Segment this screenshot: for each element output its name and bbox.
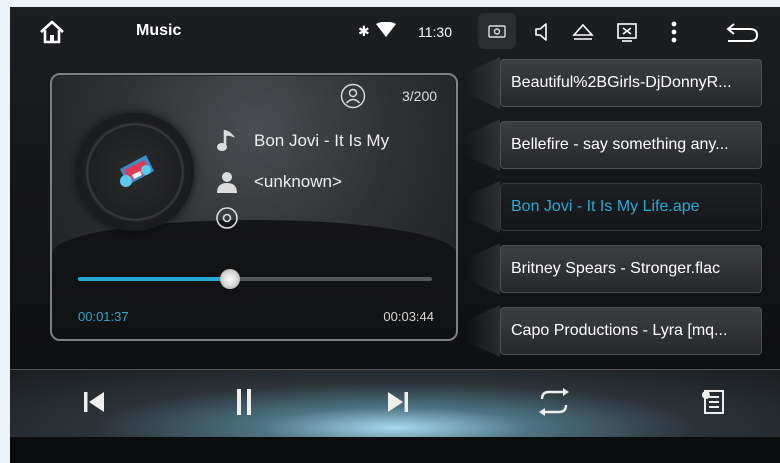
overflow-menu-icon: [671, 21, 677, 43]
user-account-icon: [340, 83, 366, 109]
artist-row: <unknown>: [214, 169, 342, 195]
home-button[interactable]: [32, 17, 72, 47]
playlist-item-label: Capo Productions - Lyra [mq...: [511, 322, 728, 339]
playlist-item-label: Bon Jovi - It Is My Life.ape: [511, 198, 700, 215]
playlist-item[interactable]: Capo Productions - Lyra [mq...: [500, 307, 762, 355]
seek-bar[interactable]: [78, 269, 432, 289]
volume-icon: [535, 23, 547, 41]
back-button[interactable]: [722, 19, 762, 45]
album-disc-icon: [214, 205, 240, 231]
playlist-item-label: Bellefire - say something any...: [511, 136, 729, 153]
playlist-item-label: Beautiful%2BGirls-DjDonnyR...: [511, 74, 732, 91]
repeat-icon: [539, 388, 569, 416]
playlist-item-label: Britney Spears - Stronger.flac: [511, 260, 720, 277]
playlist-connector: [466, 57, 500, 109]
total-duration: 00:03:44: [383, 309, 434, 324]
artist-name: <unknown>: [254, 172, 342, 191]
display-off-button[interactable]: [614, 19, 640, 45]
eject-button[interactable]: [570, 19, 596, 45]
pause-button[interactable]: [224, 382, 264, 422]
previous-button[interactable]: [74, 382, 114, 422]
playlist-item[interactable]: Britney Spears - Stronger.flac: [500, 245, 762, 293]
playlist-button[interactable]: [694, 382, 734, 422]
clock: 11:30: [418, 24, 452, 40]
album-row: [214, 205, 254, 231]
playlist-connector: [466, 119, 500, 171]
screenshot-button[interactable]: [478, 13, 516, 49]
playlist-item[interactable]: Beautiful%2BGirls-DjDonnyR...: [500, 59, 762, 107]
previous-icon: [84, 392, 104, 412]
track-title-row: Bon Jovi - It Is My: [214, 128, 404, 154]
seek-bar-fill: [78, 277, 231, 281]
back-arrow-icon: [726, 23, 759, 42]
next-icon: [388, 392, 408, 412]
wifi-icon: [376, 22, 396, 38]
elapsed-time: 00:01:37: [78, 309, 129, 324]
playlist-connector: [466, 181, 500, 233]
now-playing-card: 3/200 Bon Jovi - It Is My <unknown> 00:0…: [50, 73, 458, 341]
track-title: Bon Jovi - It Is My: [254, 131, 390, 150]
album-disc: [76, 113, 194, 231]
volume-button[interactable]: [530, 19, 554, 45]
repeat-button[interactable]: [534, 382, 574, 422]
music-note-icon: [214, 128, 240, 154]
next-button[interactable]: [378, 382, 418, 422]
app-title: Music: [136, 22, 182, 39]
overflow-menu-button[interactable]: [666, 19, 682, 45]
bottom-strip: [10, 437, 780, 463]
playlist-item[interactable]: Bon Jovi - It Is My Life.ape: [500, 183, 762, 231]
playlist-item[interactable]: Bellefire - say something any...: [500, 121, 762, 169]
music-app-screen: Music ✱ 11:30 3/200 Bon Jovi - It Is My …: [10, 7, 780, 463]
playback-control-bar: [10, 369, 780, 438]
screenshot-icon: [488, 25, 506, 38]
album-art-icon: [120, 155, 154, 187]
eject-icon: [572, 23, 594, 40]
home-icon: [40, 20, 64, 44]
playlist-connector: [466, 305, 500, 357]
status-bar: Music ✱ 11:30: [10, 7, 780, 57]
bluetooth-icon: ✱: [358, 23, 370, 39]
playlist-connector: [466, 243, 500, 295]
display-off-icon: [617, 23, 637, 42]
playlist-icon: [702, 390, 724, 414]
user-account-button[interactable]: [340, 83, 366, 109]
pause-icon: [237, 389, 251, 415]
person-icon: [214, 169, 240, 195]
track-counter: 3/200: [402, 88, 438, 104]
